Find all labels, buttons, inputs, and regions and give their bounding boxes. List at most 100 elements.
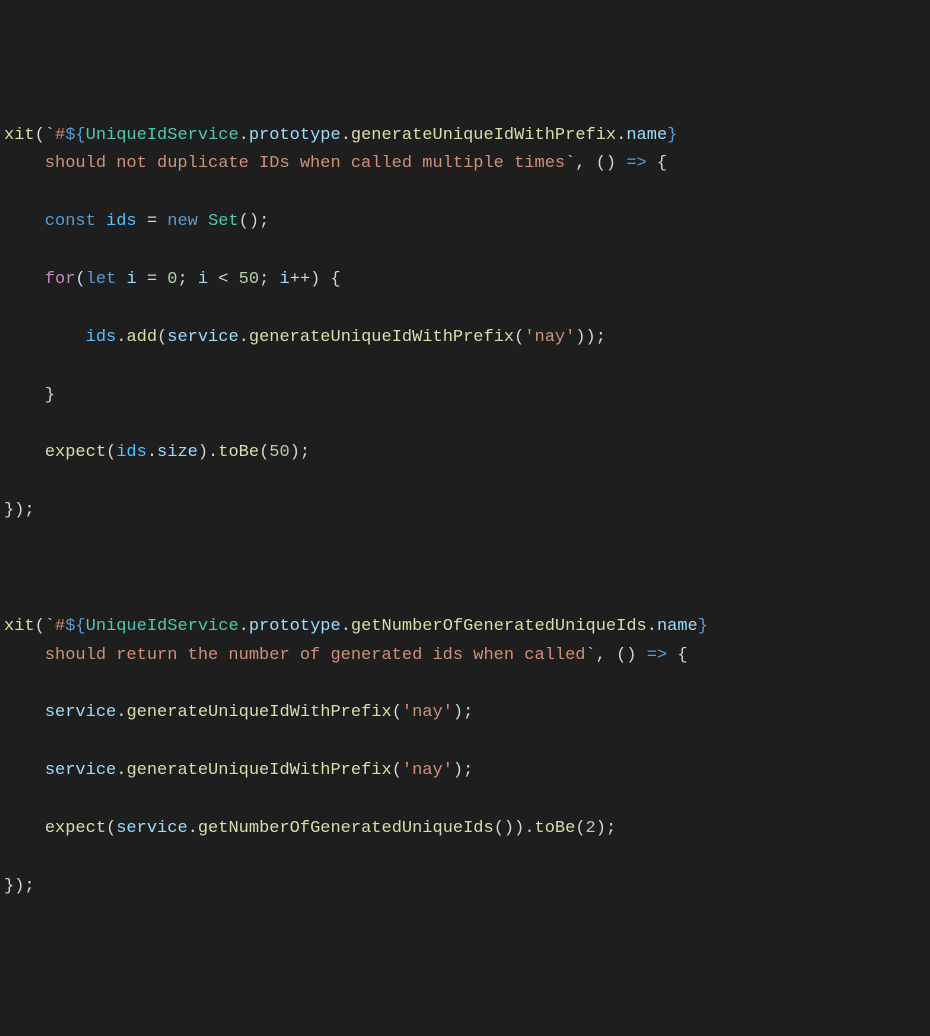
punctuation: . — [341, 126, 351, 145]
function-expect: expect — [45, 443, 106, 462]
operator: < — [208, 270, 239, 289]
class-name: UniqueIdService — [86, 126, 239, 145]
punctuation: . — [239, 617, 249, 636]
operator: = — [137, 270, 168, 289]
punctuation: ); — [290, 443, 310, 462]
variable-ids: ids — [106, 212, 137, 231]
punctuation: `, () — [565, 154, 626, 173]
punctuation: . — [239, 328, 249, 347]
punctuation: . — [147, 443, 157, 462]
punctuation: . — [188, 819, 198, 838]
blank-line — [4, 555, 930, 584]
method-add: add — [126, 328, 157, 347]
punctuation: . — [116, 328, 126, 347]
punctuation: `, () — [586, 646, 647, 665]
method-getnumber: getNumberOfGeneratedUniqueIds — [198, 819, 494, 838]
punctuation: ( — [157, 328, 167, 347]
function-call: xit — [4, 126, 35, 145]
method-generate: generateUniqueIdWithPrefix — [126, 761, 391, 780]
class-set: Set — [208, 212, 239, 231]
punctuation: . — [616, 126, 626, 145]
function-expect: expect — [45, 819, 106, 838]
indent — [4, 328, 86, 347]
code-line: const ids = new Set(); — [4, 208, 930, 237]
method-name: generateUniqueIdWithPrefix — [351, 126, 616, 145]
arrow: => — [626, 154, 646, 173]
property: prototype — [249, 126, 341, 145]
arrow: => — [647, 646, 667, 665]
code-line: service.generateUniqueIdWithPrefix('nay'… — [4, 699, 930, 728]
code-line: }); — [4, 873, 930, 902]
function-call: xit — [4, 617, 35, 636]
property: name — [626, 126, 667, 145]
punctuation: ; — [177, 270, 197, 289]
punctuation: ); — [596, 819, 616, 838]
punctuation: ( — [392, 761, 402, 780]
punctuation: ). — [198, 443, 218, 462]
code-line: expect(service.getNumberOfGeneratedUniqu… — [4, 815, 930, 844]
method-tobe: toBe — [218, 443, 259, 462]
block-close: }); — [4, 877, 35, 896]
string-literal: should not duplicate IDs when called mul… — [4, 154, 565, 173]
punctuation: ( — [106, 819, 116, 838]
punctuation: { — [647, 154, 667, 173]
property-size: size — [157, 443, 198, 462]
variable-ids: ids — [116, 443, 147, 462]
template-close: } — [667, 126, 677, 145]
punctuation: . — [341, 617, 351, 636]
punctuation: )); — [575, 328, 606, 347]
punctuation: ; — [259, 270, 279, 289]
variable-service: service — [45, 703, 116, 722]
variable-i: i — [198, 270, 208, 289]
punctuation: (` — [35, 126, 55, 145]
punctuation: ++) { — [290, 270, 341, 289]
variable-i: i — [279, 270, 289, 289]
brace-close: } — [4, 386, 55, 405]
code-editor[interactable]: xit(`#${UniqueIdService.prototype.genera… — [4, 122, 930, 902]
punctuation: . — [116, 761, 126, 780]
punctuation: ( — [514, 328, 524, 347]
indent — [4, 819, 45, 838]
variable-service: service — [116, 819, 187, 838]
variable-service: service — [45, 761, 116, 780]
string-literal: # — [55, 126, 65, 145]
code-line: xit(`#${UniqueIdService.prototype.genera… — [4, 122, 930, 180]
punctuation: . — [239, 126, 249, 145]
number-literal: 50 — [239, 270, 259, 289]
code-line: }); — [4, 497, 930, 526]
variable-ids: ids — [86, 328, 117, 347]
property: prototype — [249, 617, 341, 636]
string-literal: 'nay' — [402, 703, 453, 722]
punctuation: (); — [239, 212, 270, 231]
method-tobe: toBe — [535, 819, 576, 838]
template-open: ${ — [65, 617, 85, 636]
punctuation: ( — [106, 443, 116, 462]
string-literal: # — [55, 617, 65, 636]
keyword-for: for — [4, 270, 75, 289]
indent — [4, 443, 45, 462]
punctuation: ( — [392, 703, 402, 722]
method-generate: generateUniqueIdWithPrefix — [126, 703, 391, 722]
method-name: getNumberOfGeneratedUniqueIds — [351, 617, 647, 636]
template-close: } — [698, 617, 708, 636]
method-generate: generateUniqueIdWithPrefix — [249, 328, 514, 347]
operator: = — [137, 212, 168, 231]
number-literal: 50 — [269, 443, 289, 462]
punctuation: ( — [575, 819, 585, 838]
class-name: UniqueIdService — [86, 617, 239, 636]
punctuation: . — [647, 617, 657, 636]
indent — [4, 761, 45, 780]
code-line: for(let i = 0; i < 50; i++) { — [4, 266, 930, 295]
property: name — [657, 617, 698, 636]
code-line: xit(`#${UniqueIdService.prototype.getNum… — [4, 613, 930, 671]
string-literal: 'nay' — [524, 328, 575, 347]
punctuation: { — [667, 646, 687, 665]
punctuation: (` — [35, 617, 55, 636]
code-line: } — [4, 382, 930, 411]
punctuation: ( — [259, 443, 269, 462]
string-literal: should return the number of generated id… — [4, 646, 586, 665]
number-literal: 2 — [586, 819, 596, 838]
indent — [4, 703, 45, 722]
block-close: }); — [4, 501, 35, 520]
keyword-new: new — [167, 212, 208, 231]
